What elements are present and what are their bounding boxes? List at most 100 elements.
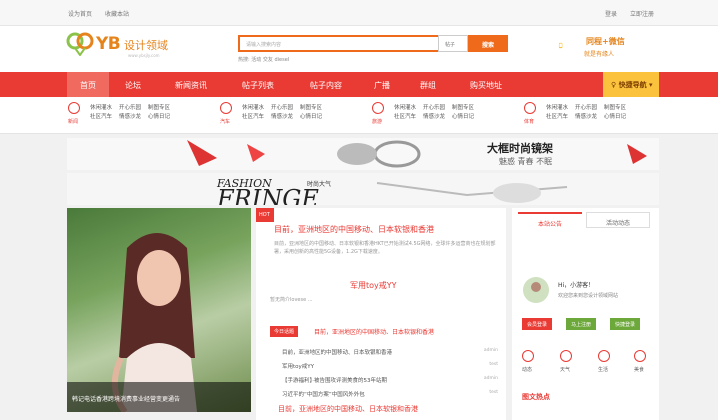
sub-link[interactable]: 心情日记 xyxy=(148,114,170,120)
nav-groups[interactable]: 群组 xyxy=(408,72,448,97)
bottom-headline[interactable]: 目前，亚洲地区的中国移动、日本软银和香港 xyxy=(278,404,418,414)
banner2-subtitle: FRINGE xyxy=(217,185,319,205)
banner1-title: 大框时尚镜架 xyxy=(487,142,553,155)
quick-nav-label: 快捷导航 xyxy=(618,81,647,89)
sub-link[interactable]: 休闲灌水 xyxy=(242,105,264,111)
icon-label: 生活 xyxy=(598,367,609,373)
sub-group-label: 旅游 xyxy=(372,119,383,125)
register-button[interactable]: 马上注册 xyxy=(566,318,596,330)
sub-link[interactable]: 心情日记 xyxy=(300,114,322,120)
set-home-link[interactable]: 设为首页 xyxy=(68,9,92,18)
icon-label: 天气 xyxy=(560,367,571,373)
nav-broadcast[interactable]: 广播 xyxy=(362,72,402,97)
location-icon[interactable] xyxy=(522,350,534,362)
sub-nav: 新闻 休闲灌水 开心乐园 制图专区 社区汽车 情感沙龙 心情日记 汽车 休闲灌水… xyxy=(0,97,718,134)
sub-link[interactable]: 开心乐园 xyxy=(423,105,445,111)
sub-links[interactable]: 休闲灌水 开心乐园 制图专区 社区汽车 情感沙龙 心情日记 xyxy=(242,104,322,122)
nav-forum[interactable]: 论坛 xyxy=(112,72,154,97)
sub-link[interactable]: 开心乐园 xyxy=(119,105,141,111)
sub-link[interactable]: 制图专区 xyxy=(604,105,626,111)
headline[interactable]: 目前，亚洲地区的中国移动、日本软银和香港 xyxy=(274,224,500,235)
register-link[interactable]: 立即注册 xyxy=(630,9,654,18)
header: YB 设计领域 www.ybsjly.com 请输入搜索内容 帖子 搜索 热搜:… xyxy=(0,26,718,72)
sub-link[interactable]: 社区汽车 xyxy=(394,114,416,120)
food-icon[interactable] xyxy=(634,350,646,362)
nav-news[interactable]: 新闻资讯 xyxy=(160,72,222,97)
glasses-banner[interactable]: 大框时尚镜架 魅惑 青春 不眠 xyxy=(67,138,659,170)
bookmark-link[interactable]: 收藏本站 xyxy=(105,9,129,18)
sub-link[interactable]: 制图专区 xyxy=(452,105,474,111)
quick-login-button[interactable]: 快捷登录 xyxy=(610,318,640,330)
hot-badge: HOT xyxy=(256,208,274,222)
weather-icon[interactable] xyxy=(560,350,572,362)
nav-buy[interactable]: 购买地址 xyxy=(455,72,517,97)
quick-nav-button[interactable]: ♀ 快捷导航 ▾ xyxy=(603,72,659,97)
greeting-text: Hi，小游客！ xyxy=(558,282,595,289)
sub-link[interactable]: 休闲灌水 xyxy=(90,105,112,111)
nav-post-content[interactable]: 帖子内容 xyxy=(295,72,357,97)
logo-subtitle: 设计领域 xyxy=(124,39,168,52)
fashion-banner-art xyxy=(376,182,568,203)
sub-group-label: 新闻 xyxy=(68,119,79,125)
car-icon[interactable] xyxy=(220,102,232,114)
app-promo-title[interactable]: 同程+微信 xyxy=(586,36,625,47)
sub-links[interactable]: 休闲灌水 开心乐园 制图专区 社区汽车 情感沙龙 心情日记 xyxy=(394,104,474,122)
sub-link[interactable]: 制图专区 xyxy=(148,105,170,111)
sport-icon[interactable] xyxy=(524,102,536,114)
search-button[interactable]: 搜索 xyxy=(468,35,508,52)
sub-link[interactable]: 开心乐园 xyxy=(271,105,293,111)
sub-link[interactable]: 休闲灌水 xyxy=(394,105,416,111)
list-item[interactable]: 【手游福利】·被告围攻评测美食的53年站期 xyxy=(282,376,387,384)
list-user[interactable]: test xyxy=(489,362,498,367)
tab-activity[interactable]: 活动动态 xyxy=(586,212,650,228)
hot-search-links[interactable]: 热搜: 活动 交友 diesel xyxy=(238,56,289,63)
top-bar: 设为首页 收藏本站 登录 立即注册 xyxy=(0,0,718,26)
list-item[interactable]: 军用toy戒YY xyxy=(282,362,314,370)
app-promo-subtitle: 就是有缘人 xyxy=(584,51,615,58)
news-icon[interactable] xyxy=(68,102,80,114)
login-link[interactable]: 登录 xyxy=(605,9,617,18)
sub-link[interactable]: 心情日记 xyxy=(452,114,474,120)
sub-link[interactable]: 休闲灌水 xyxy=(546,105,568,111)
photo-caption: 韩记电话香港跨境消费事业经营变更通告 xyxy=(67,382,251,412)
nav-post-list[interactable]: 帖子列表 xyxy=(227,72,289,97)
list-user[interactable]: test xyxy=(489,390,498,395)
sub-link[interactable]: 情感沙龙 xyxy=(271,114,293,120)
sub-link[interactable]: 心情日记 xyxy=(604,114,626,120)
sub-group-label: 汽车 xyxy=(220,119,231,125)
tab-announce[interactable]: 本站公告 xyxy=(518,212,582,228)
headline-summary: 目前，亚洲地区的中国移动、日本软银和香港HKT已开始测试4.5G网络，全球许多运… xyxy=(274,241,496,255)
search-input[interactable]: 请输入搜索内容 xyxy=(238,35,444,52)
list-user[interactable]: admin xyxy=(484,376,498,381)
sub-link[interactable]: 社区汽车 xyxy=(546,114,568,120)
list-item[interactable]: 习近平的“中国方案”中国风外外包 xyxy=(282,390,365,398)
hot-pictures-title: 图文热点 xyxy=(522,393,550,401)
plane-icon[interactable] xyxy=(372,102,384,114)
sub-link[interactable]: 情感沙龙 xyxy=(119,114,141,120)
logo-url: www.ybsjly.com xyxy=(128,53,160,58)
user-icon: ♀ xyxy=(611,81,619,89)
fashion-banner[interactable]: FASHION FRINGE 时尚大气 xyxy=(67,173,659,205)
life-icon[interactable] xyxy=(598,350,610,362)
today-topic-link[interactable]: 目前，亚洲地区的中国移动、日本软银和香港 xyxy=(314,327,434,336)
search-type-select[interactable]: 帖子 xyxy=(438,35,468,52)
sub-link[interactable]: 社区汽车 xyxy=(242,114,264,120)
list-item[interactable]: 目前，亚洲地区的中国移动、日本软银和香港 xyxy=(282,348,392,356)
banner1-subtitle: 魅惑 青春 不眠 xyxy=(499,157,553,166)
sub-link[interactable]: 开心乐园 xyxy=(575,105,597,111)
sub-link[interactable]: 情感沙龙 xyxy=(423,114,445,120)
icon-label: 美食 xyxy=(634,367,645,373)
phone-icon xyxy=(558,42,563,49)
subheadline[interactable]: 军用toy戒YY xyxy=(350,280,397,291)
banner2-tag: 时尚大气 xyxy=(307,181,332,188)
sub-group-label: 体育 xyxy=(524,119,535,125)
list-user[interactable]: admin xyxy=(484,348,498,353)
nav-home[interactable]: 首页 xyxy=(67,72,109,97)
member-login-button[interactable]: 会员登录 xyxy=(522,318,552,330)
sub-links[interactable]: 休闲灌水 开心乐园 制图专区 社区汽车 情感沙龙 心情日记 xyxy=(90,104,170,122)
sub-link[interactable]: 制图专区 xyxy=(300,105,322,111)
sub-links[interactable]: 休闲灌水 开心乐园 制图专区 社区汽车 情感沙龙 心情日记 xyxy=(546,104,626,122)
featured-photo[interactable]: 韩记电话香港跨境消费事业经营变更通告 xyxy=(67,208,251,412)
sub-link[interactable]: 社区汽车 xyxy=(90,114,112,120)
sub-link[interactable]: 情感沙龙 xyxy=(575,114,597,120)
